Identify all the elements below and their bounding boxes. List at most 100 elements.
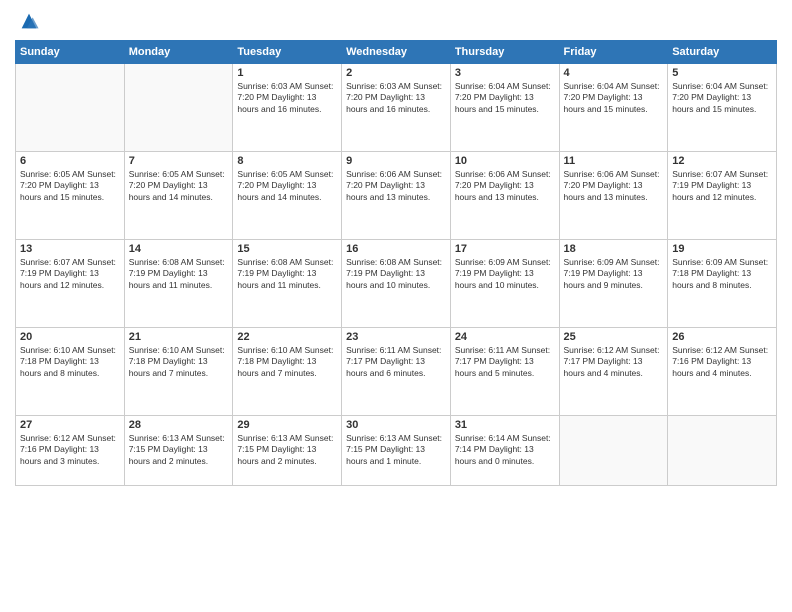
- calendar-cell: 4 Sunrise: 6:04 AM Sunset: 7:20 PM Daylig…: [559, 64, 668, 152]
- day-info: Sunrise: 6:13 AM Sunset: 7:15 PM Dayligh…: [129, 433, 229, 467]
- week-row-5: 27 Sunrise: 6:12 AM Sunset: 7:16 PM Dayli…: [16, 416, 777, 486]
- day-info: Sunrise: 6:05 AM Sunset: 7:20 PM Dayligh…: [20, 169, 120, 203]
- weekday-header-thursday: Thursday: [450, 41, 559, 64]
- calendar-cell: 24 Sunrise: 6:11 AM Sunset: 7:17 PM Dayli…: [450, 328, 559, 416]
- day-number: 13: [20, 243, 120, 255]
- calendar-cell: 28 Sunrise: 6:13 AM Sunset: 7:15 PM Dayli…: [124, 416, 233, 486]
- day-info: Sunrise: 6:06 AM Sunset: 7:20 PM Dayligh…: [346, 169, 446, 203]
- calendar-cell: 14 Sunrise: 6:08 AM Sunset: 7:19 PM Dayli…: [124, 240, 233, 328]
- week-row-3: 13 Sunrise: 6:07 AM Sunset: 7:19 PM Dayli…: [16, 240, 777, 328]
- day-number: 16: [346, 243, 446, 255]
- day-number: 30: [346, 419, 446, 431]
- calendar-cell: 30 Sunrise: 6:13 AM Sunset: 7:15 PM Dayli…: [342, 416, 451, 486]
- day-info: Sunrise: 6:12 AM Sunset: 7:17 PM Dayligh…: [564, 345, 664, 379]
- calendar-cell: 27 Sunrise: 6:12 AM Sunset: 7:16 PM Dayli…: [16, 416, 125, 486]
- day-info: Sunrise: 6:11 AM Sunset: 7:17 PM Dayligh…: [346, 345, 446, 379]
- day-number: 15: [237, 243, 337, 255]
- calendar-cell: 23 Sunrise: 6:11 AM Sunset: 7:17 PM Dayli…: [342, 328, 451, 416]
- day-number: 4: [564, 67, 664, 79]
- day-number: 27: [20, 419, 120, 431]
- calendar-cell: [124, 64, 233, 152]
- day-number: 29: [237, 419, 337, 431]
- day-info: Sunrise: 6:13 AM Sunset: 7:15 PM Dayligh…: [237, 433, 337, 467]
- calendar-cell: 25Sunrise: 6:12 AM Sunset: 7:17 PM Dayli…: [559, 328, 668, 416]
- day-info: Sunrise: 6:07 AM Sunset: 7:19 PM Dayligh…: [20, 257, 120, 291]
- day-number: 22: [237, 331, 337, 343]
- day-number: 18: [564, 243, 664, 255]
- day-number: 28: [129, 419, 229, 431]
- logo: [15, 10, 40, 32]
- calendar-cell: 20 Sunrise: 6:10 AM Sunset: 7:18 PM Dayli…: [16, 328, 125, 416]
- weekday-header-wednesday: Wednesday: [342, 41, 451, 64]
- calendar-cell: 29 Sunrise: 6:13 AM Sunset: 7:15 PM Dayli…: [233, 416, 342, 486]
- day-info: Sunrise: 6:04 AM Sunset: 7:20 PM Dayligh…: [564, 81, 664, 115]
- day-info: Sunrise: 6:05 AM Sunset: 7:20 PM Dayligh…: [129, 169, 229, 203]
- weekday-header-sunday: Sunday: [16, 41, 125, 64]
- calendar-cell: 18 Sunrise: 6:09 AM Sunset: 7:19 PM Dayli…: [559, 240, 668, 328]
- day-number: 17: [455, 243, 555, 255]
- week-row-2: 6 Sunrise: 6:05 AM Sunset: 7:20 PM Daylig…: [16, 152, 777, 240]
- day-number: 14: [129, 243, 229, 255]
- day-number: 26: [672, 331, 772, 343]
- calendar-cell: 15 Sunrise: 6:08 AM Sunset: 7:19 PM Dayli…: [233, 240, 342, 328]
- calendar-cell: 1 Sunrise: 6:03 AM Sunset: 7:20 PM Daylig…: [233, 64, 342, 152]
- day-info: Sunrise: 6:08 AM Sunset: 7:19 PM Dayligh…: [237, 257, 337, 291]
- weekday-header-row: SundayMondayTuesdayWednesdayThursdayFrid…: [16, 41, 777, 64]
- calendar-cell: 13 Sunrise: 6:07 AM Sunset: 7:19 PM Dayli…: [16, 240, 125, 328]
- day-number: 20: [20, 331, 120, 343]
- calendar-cell: 21 Sunrise: 6:10 AM Sunset: 7:18 PM Dayli…: [124, 328, 233, 416]
- logo-icon: [18, 10, 40, 32]
- day-info: Sunrise: 6:12 AM Sunset: 7:16 PM Dayligh…: [20, 433, 120, 467]
- calendar-cell: 10 Sunrise: 6:06 AM Sunset: 7:20 PM Dayli…: [450, 152, 559, 240]
- day-number: 1: [237, 67, 337, 79]
- day-number: 23: [346, 331, 446, 343]
- day-number: 6: [20, 155, 120, 167]
- day-number: 9: [346, 155, 446, 167]
- day-info: Sunrise: 6:14 AM Sunset: 7:14 PM Dayligh…: [455, 433, 555, 467]
- calendar-cell: 16 Sunrise: 6:08 AM Sunset: 7:19 PM Dayli…: [342, 240, 451, 328]
- day-number: 2: [346, 67, 446, 79]
- day-number: 3: [455, 67, 555, 79]
- week-row-4: 20 Sunrise: 6:10 AM Sunset: 7:18 PM Dayli…: [16, 328, 777, 416]
- calendar-cell: 2 Sunrise: 6:03 AM Sunset: 7:20 PM Daylig…: [342, 64, 451, 152]
- day-info: Sunrise: 6:10 AM Sunset: 7:18 PM Dayligh…: [129, 345, 229, 379]
- day-info: Sunrise: 6:12 AM Sunset: 7:16 PM Dayligh…: [672, 345, 772, 379]
- calendar-cell: 11 Sunrise: 6:06 AM Sunset: 7:20 PM Dayli…: [559, 152, 668, 240]
- header: [15, 10, 777, 32]
- day-number: 31: [455, 419, 555, 431]
- day-info: Sunrise: 6:09 AM Sunset: 7:19 PM Dayligh…: [564, 257, 664, 291]
- day-info: Sunrise: 6:03 AM Sunset: 7:20 PM Dayligh…: [237, 81, 337, 115]
- calendar-cell: [559, 416, 668, 486]
- calendar-cell: 3Sunrise: 6:04 AM Sunset: 7:20 PM Daylig…: [450, 64, 559, 152]
- day-info: Sunrise: 6:05 AM Sunset: 7:20 PM Dayligh…: [237, 169, 337, 203]
- day-info: Sunrise: 6:11 AM Sunset: 7:17 PM Dayligh…: [455, 345, 555, 379]
- calendar: SundayMondayTuesdayWednesdayThursdayFrid…: [15, 40, 777, 486]
- day-info: Sunrise: 6:08 AM Sunset: 7:19 PM Dayligh…: [346, 257, 446, 291]
- day-info: Sunrise: 6:06 AM Sunset: 7:20 PM Dayligh…: [564, 169, 664, 203]
- day-info: Sunrise: 6:03 AM Sunset: 7:20 PM Dayligh…: [346, 81, 446, 115]
- calendar-cell: 31 Sunrise: 6:14 AM Sunset: 7:14 PM Dayli…: [450, 416, 559, 486]
- day-info: Sunrise: 6:09 AM Sunset: 7:19 PM Dayligh…: [455, 257, 555, 291]
- weekday-header-monday: Monday: [124, 41, 233, 64]
- weekday-header-saturday: Saturday: [668, 41, 777, 64]
- day-info: Sunrise: 6:08 AM Sunset: 7:19 PM Dayligh…: [129, 257, 229, 291]
- day-number: 8: [237, 155, 337, 167]
- day-number: 11: [564, 155, 664, 167]
- calendar-cell: 6 Sunrise: 6:05 AM Sunset: 7:20 PM Daylig…: [16, 152, 125, 240]
- day-info: Sunrise: 6:13 AM Sunset: 7:15 PM Dayligh…: [346, 433, 446, 467]
- day-info: Sunrise: 6:09 AM Sunset: 7:18 PM Dayligh…: [672, 257, 772, 291]
- day-number: 12: [672, 155, 772, 167]
- weekday-header-tuesday: Tuesday: [233, 41, 342, 64]
- calendar-cell: 26 Sunrise: 6:12 AM Sunset: 7:16 PM Dayli…: [668, 328, 777, 416]
- week-row-1: 1 Sunrise: 6:03 AM Sunset: 7:20 PM Daylig…: [16, 64, 777, 152]
- calendar-cell: [668, 416, 777, 486]
- day-number: 21: [129, 331, 229, 343]
- day-number: 24: [455, 331, 555, 343]
- day-number: 5: [672, 67, 772, 79]
- day-info: Sunrise: 6:04 AM Sunset: 7:20 PM Dayligh…: [672, 81, 772, 115]
- day-info: Sunrise: 6:10 AM Sunset: 7:18 PM Dayligh…: [20, 345, 120, 379]
- day-number: 7: [129, 155, 229, 167]
- day-number: 10: [455, 155, 555, 167]
- calendar-cell: 5 Sunrise: 6:04 AM Sunset: 7:20 PM Daylig…: [668, 64, 777, 152]
- day-info: Sunrise: 6:06 AM Sunset: 7:20 PM Dayligh…: [455, 169, 555, 203]
